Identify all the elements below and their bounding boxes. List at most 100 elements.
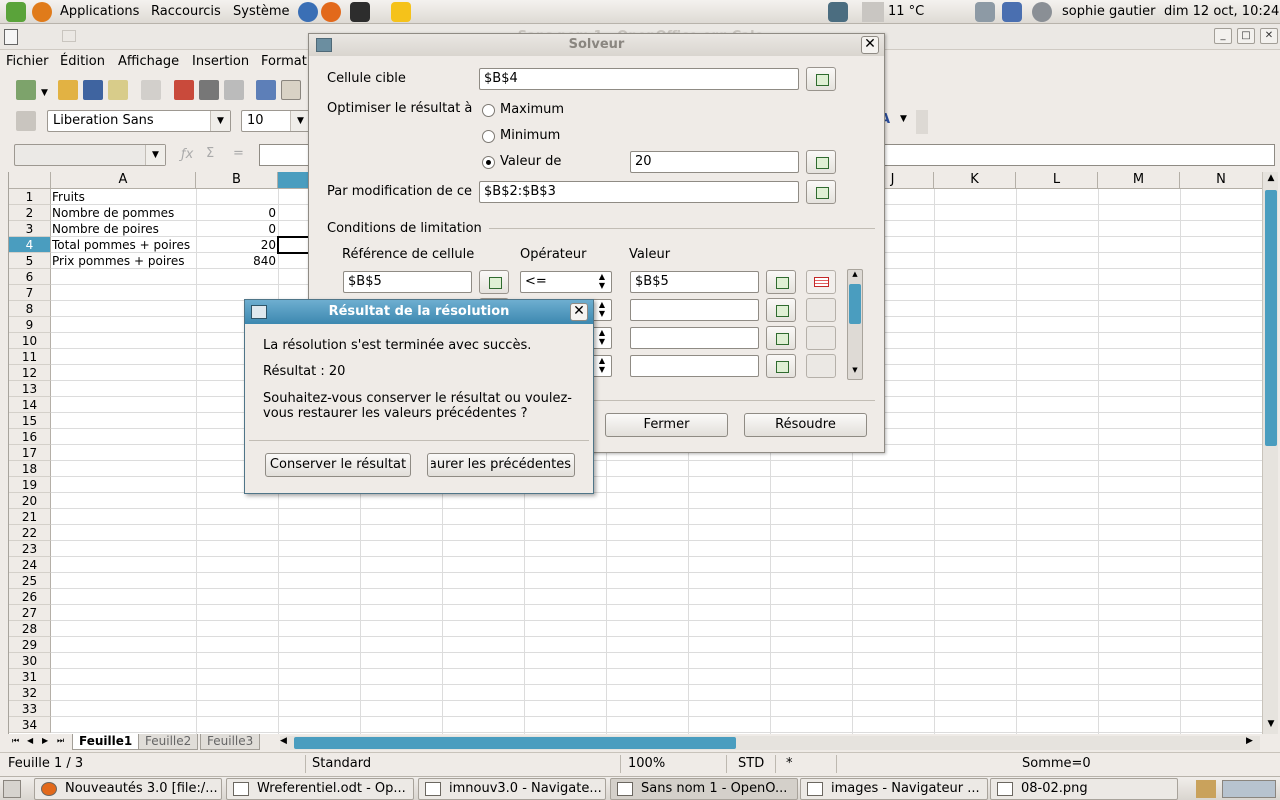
network-icon[interactable]	[975, 2, 995, 22]
col-header-l[interactable]: L	[1016, 172, 1098, 189]
shrink-changing-button[interactable]	[806, 180, 836, 204]
spin-updown-icon[interactable]: ▲ ▼	[595, 272, 609, 292]
row-header[interactable]: 22	[9, 525, 51, 541]
function-wizard-icon[interactable]: ƒx	[181, 147, 193, 162]
row-header[interactable]: 7	[9, 285, 51, 301]
cell-b3[interactable]: 0	[196, 221, 276, 237]
show-desktop-icon[interactable]	[3, 780, 21, 798]
shrink-val-4-button[interactable]	[766, 354, 796, 378]
row-header[interactable]: 5	[9, 253, 51, 269]
shrink-val-2-button[interactable]	[766, 298, 796, 322]
col-header-n[interactable]: N	[1180, 172, 1262, 189]
row-header[interactable]: 30	[9, 653, 51, 669]
spin-updown-icon[interactable]: ▲ ▼	[595, 300, 609, 320]
page-preview-icon[interactable]	[224, 80, 244, 100]
target-cell-input[interactable]: $B$4	[479, 68, 799, 90]
radio-value-of[interactable]	[482, 156, 495, 169]
restore-previous-button[interactable]: Restaurer les précédentes	[427, 453, 575, 477]
keep-result-button[interactable]: Conserver le résultat	[265, 453, 411, 477]
font-color-dropdown-icon[interactable]: ▼	[900, 114, 907, 124]
radio-minimum-label[interactable]: Minimum	[500, 128, 560, 143]
signal-icon[interactable]	[1002, 2, 1022, 22]
export-pdf-icon[interactable]	[174, 80, 194, 100]
cell-a1[interactable]: Fruits	[52, 189, 85, 205]
shrink-val-3-button[interactable]	[766, 326, 796, 350]
menu-format[interactable]: Format	[261, 54, 307, 69]
row-header[interactable]: 6	[9, 269, 51, 285]
row-header[interactable]: 25	[9, 573, 51, 589]
spin-updown-icon[interactable]: ▲ ▼	[595, 356, 609, 376]
workspace-switcher[interactable]	[1222, 780, 1276, 798]
print-icon[interactable]	[199, 80, 219, 100]
status-selection-mode[interactable]: STD	[738, 756, 764, 771]
trash-icon[interactable]	[1196, 780, 1216, 798]
task-imnouv[interactable]: imnouv3.0 - Navigate...	[418, 778, 606, 800]
help-launcher-icon[interactable]	[298, 2, 318, 22]
col-header-a[interactable]: A	[51, 172, 196, 189]
chevron-down-icon[interactable]: ▼	[210, 111, 230, 131]
scroll-up-icon[interactable]: ▲	[848, 270, 862, 282]
user-name[interactable]: sophie gautier	[1062, 4, 1155, 19]
row-header[interactable]: 18	[9, 461, 51, 477]
solve-button[interactable]: Résoudre	[744, 413, 867, 437]
task-08-02[interactable]: 08-02.png	[990, 778, 1178, 800]
row-header[interactable]: 4	[9, 237, 51, 253]
cell-a2[interactable]: Nombre de pommes	[52, 205, 174, 221]
cell-a5[interactable]: Prix pommes + poires	[52, 253, 184, 269]
cell-a3[interactable]: Nombre de poires	[52, 221, 159, 237]
font-size-combo[interactable]: 10 ▼	[241, 110, 311, 132]
styles-icon[interactable]	[16, 111, 36, 131]
shrink-target-button[interactable]	[806, 67, 836, 91]
gnome-foot-icon[interactable]	[6, 2, 26, 22]
chevron-down-icon[interactable]: ▼	[290, 111, 310, 131]
chevron-down-icon[interactable]: ▼	[145, 145, 165, 165]
tab-feuille2[interactable]: Feuille2	[138, 734, 199, 750]
radio-value-of-label[interactable]: Valeur de	[500, 154, 561, 169]
menu-fichier[interactable]: Fichier	[6, 54, 49, 69]
row-header[interactable]: 17	[9, 445, 51, 461]
radio-minimum[interactable]	[482, 130, 495, 143]
close-window-button[interactable]: ✕	[1260, 28, 1278, 44]
col-header-m[interactable]: M	[1098, 172, 1180, 189]
shrink-ref-1-button[interactable]	[479, 270, 509, 294]
tab-feuille1[interactable]: Feuille1	[72, 734, 140, 750]
status-page-style[interactable]: Standard	[312, 756, 371, 771]
shrink-value-button[interactable]	[806, 150, 836, 174]
email-icon[interactable]	[108, 80, 128, 100]
menu-insertion[interactable]: Insertion	[192, 54, 249, 69]
radio-maximum-label[interactable]: Maximum	[500, 102, 564, 117]
row-header[interactable]: 12	[9, 365, 51, 381]
horizontal-scroll-thumb[interactable]	[294, 737, 736, 749]
menu-edition[interactable]: Édition	[60, 54, 105, 69]
scroll-left-icon[interactable]: ◀	[280, 736, 287, 746]
task-images[interactable]: images - Navigateur ...	[800, 778, 988, 800]
scroll-down-icon[interactable]: ▼	[848, 366, 862, 378]
edit-file-icon[interactable]	[141, 80, 161, 100]
font-name-combo[interactable]: Liberation Sans ▼	[47, 110, 231, 132]
row-header[interactable]: 31	[9, 669, 51, 685]
spellcheck-icon[interactable]	[256, 80, 276, 100]
volume-icon[interactable]	[1032, 2, 1052, 22]
toolbar-overflow-icon[interactable]	[916, 110, 928, 134]
row-header[interactable]: 29	[9, 637, 51, 653]
row-header[interactable]: 26	[9, 589, 51, 605]
row-header[interactable]: 8	[9, 301, 51, 317]
delete-constraint-3-button[interactable]	[806, 326, 836, 350]
calc-tray-icon[interactable]	[828, 2, 848, 22]
row-header[interactable]: 9	[9, 317, 51, 333]
row-header[interactable]: 1	[9, 189, 51, 205]
row-header[interactable]: 10	[9, 333, 51, 349]
row-header[interactable]: 3	[9, 221, 51, 237]
menu-affichage[interactable]: Affichage	[118, 54, 179, 69]
cell-a4[interactable]: Total pommes + poires	[52, 237, 190, 253]
clock[interactable]: dim 12 oct, 10:24	[1164, 4, 1279, 19]
task-calc[interactable]: Sans nom 1 - OpenO...	[610, 778, 798, 800]
new-document-icon[interactable]	[16, 80, 36, 100]
status-sum[interactable]: Somme=0	[1022, 756, 1091, 771]
open-icon[interactable]	[58, 80, 78, 100]
vertical-scroll-thumb[interactable]	[1265, 190, 1277, 446]
delete-constraint-2-button[interactable]	[806, 298, 836, 322]
value-of-input[interactable]: 20	[630, 151, 799, 173]
close-button[interactable]: Fermer	[605, 413, 728, 437]
row-header[interactable]: 34	[9, 717, 51, 733]
